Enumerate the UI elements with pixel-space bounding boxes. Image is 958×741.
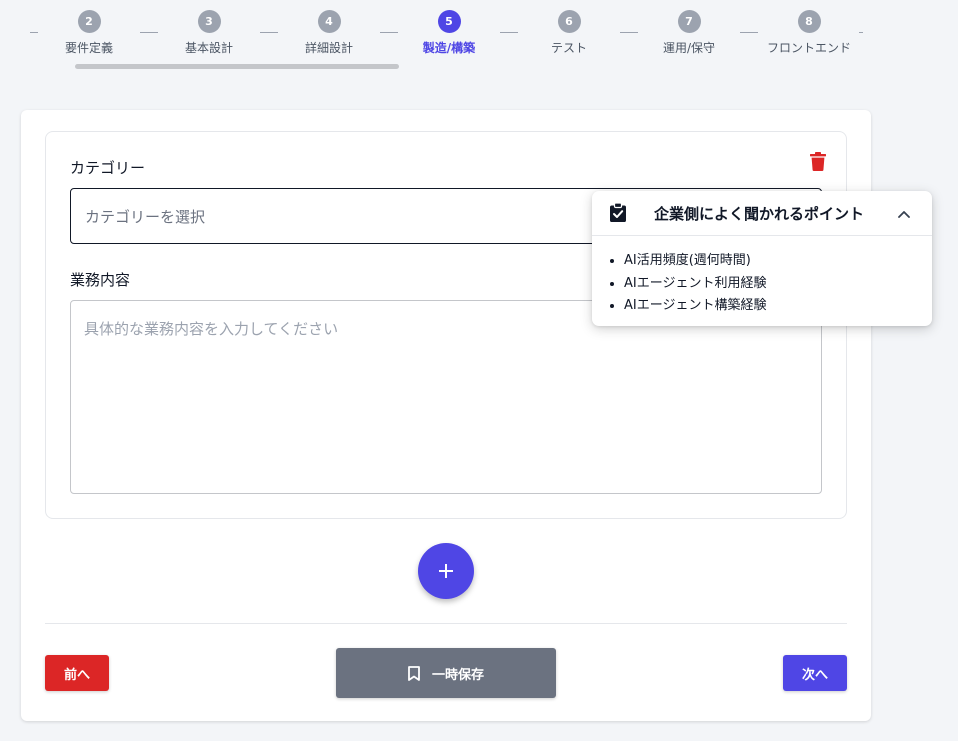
- step-connector: [140, 32, 158, 33]
- step-number: 4: [317, 10, 341, 33]
- tips-title: 企業側によく聞かれるポイント: [654, 205, 865, 223]
- step-operations[interactable]: 7 運用/保守: [644, 10, 734, 56]
- trash-icon: [810, 151, 826, 171]
- prev-button-label: 前へ: [63, 667, 90, 683]
- category-select-placeholder: カテゴリーを選択: [85, 207, 206, 226]
- step-label: 詳細設計: [304, 41, 353, 55]
- step-implementation[interactable]: 5 製造/構築: [404, 10, 494, 56]
- step-label: フロントエンド: [766, 41, 851, 55]
- prev-button[interactable]: 前へ: [45, 655, 109, 691]
- temporary-save-button[interactable]: 一時保存: [336, 648, 556, 698]
- step-connector: [260, 32, 278, 33]
- step-number: 3: [197, 10, 221, 33]
- step-label: テスト: [550, 41, 587, 55]
- chevron-up-icon: [898, 211, 910, 218]
- step-label: 運用/保守: [662, 41, 716, 55]
- step-connector: [500, 32, 518, 33]
- delete-entry-button[interactable]: [808, 150, 828, 172]
- step-number: 2: [77, 10, 101, 33]
- save-button-label: 一時保存: [431, 667, 484, 683]
- tips-header[interactable]: 企業側によく聞かれるポイント: [592, 191, 932, 236]
- next-button-label: 次へ: [801, 667, 828, 683]
- step-connector: [620, 32, 638, 33]
- stepper-scrollbar[interactable]: [75, 64, 399, 69]
- step-basic-design[interactable]: 3 基本設計: [164, 10, 254, 56]
- step-number: 7: [677, 10, 701, 33]
- step-connector: [740, 32, 758, 33]
- step-connector: [380, 32, 398, 33]
- step-frontend[interactable]: 8 フロントエンド: [764, 10, 854, 56]
- step-requirements[interactable]: 2 要件定義: [44, 10, 134, 56]
- step-connector: [30, 32, 38, 33]
- clipboard-check-icon: [610, 203, 626, 222]
- bookmark-icon: [408, 665, 420, 681]
- plus-icon: [439, 564, 453, 578]
- step-connector: [859, 32, 863, 33]
- tips-list: AI活用頻度(週何時間) AIエージェント利用経験 AIエージェント構築経験: [624, 250, 766, 318]
- add-entry-button[interactable]: [418, 543, 474, 599]
- business-content-label: 業務内容: [70, 271, 131, 289]
- category-label: カテゴリー: [70, 159, 146, 177]
- step-detailed-design[interactable]: 4 詳細設計: [284, 10, 374, 56]
- tips-list-item: AIエージェント構築経験: [624, 295, 766, 318]
- step-number: 5: [437, 10, 461, 33]
- footer-divider: [45, 623, 847, 624]
- step-label: 要件定義: [64, 41, 113, 55]
- step-number: 6: [557, 10, 581, 33]
- business-content-textarea[interactable]: [70, 300, 822, 494]
- step-label: 製造/構築: [422, 41, 476, 55]
- stepper-container: 2 要件定義 3 基本設計 4 詳細設計 5 製造/構築 6 テスト 7 運用/…: [0, 0, 870, 75]
- interview-tips-panel: 企業側によく聞かれるポイント AI活用頻度(週何時間) AIエージェント利用経験…: [592, 191, 932, 326]
- progress-stepper: 2 要件定義 3 基本設計 4 詳細設計 5 製造/構築 6 テスト 7 運用/…: [30, 10, 870, 60]
- tips-collapse-button[interactable]: [894, 204, 914, 224]
- tips-list-item: AI活用頻度(週何時間): [624, 250, 766, 273]
- step-testing[interactable]: 6 テスト: [524, 10, 614, 56]
- next-button[interactable]: 次へ: [783, 655, 847, 691]
- step-label: 基本設計: [184, 41, 233, 55]
- step-number: 8: [797, 10, 821, 33]
- tips-list-item: AIエージェント利用経験: [624, 273, 766, 296]
